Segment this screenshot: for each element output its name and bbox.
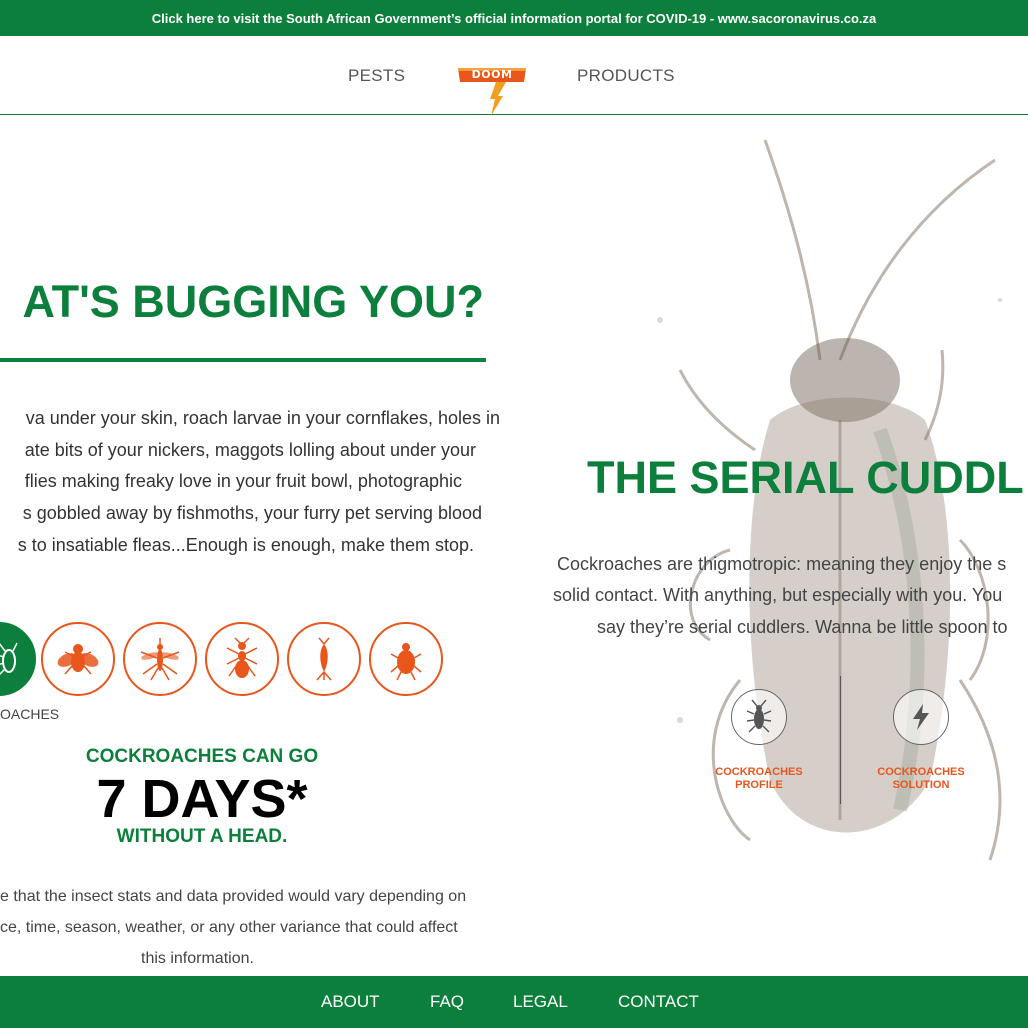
logo-text: DOOM xyxy=(471,68,513,81)
footer-legal-link[interactable]: LEGAL xyxy=(513,992,568,1012)
stat-line-1: COCKROACHES CAN GO xyxy=(85,746,319,767)
heading-underline xyxy=(0,358,486,362)
intro-paragraph: va under your skin, roach larvae in your… xyxy=(0,402,500,562)
intro-line-3: flies making freaky love in your fruit b… xyxy=(24,471,462,491)
cockroach-icon xyxy=(746,699,772,733)
page-heading-text: AT'S BUGGING YOU? xyxy=(22,276,484,327)
pest-fishmoth-button[interactable] xyxy=(287,622,361,696)
feature-title: THE SERIAL CUDDL xyxy=(587,452,1024,503)
nav-products-link[interactable]: PRODUCTS xyxy=(577,66,675,86)
cockroach-icon xyxy=(0,642,18,676)
pest-flea-button[interactable] xyxy=(369,622,443,696)
feature-line-3: say they’re serial cuddlers. Wanna be li… xyxy=(597,617,1008,637)
disclaimer-line-2: ce, time, season, weather, or any other … xyxy=(0,919,458,936)
intro-line-5: s to insatiable fleas...Enough is enough… xyxy=(17,535,474,555)
pest-mosquito-button[interactable] xyxy=(123,622,197,696)
fishmoth-icon xyxy=(316,637,332,681)
footer-about-link[interactable]: ABOUT xyxy=(321,992,380,1012)
pest-fly-button[interactable] xyxy=(41,622,115,696)
solution-label-line-1: COCKROACHES xyxy=(877,766,965,778)
pest-selector xyxy=(0,620,460,702)
intro-line-2: ate bits of your nickers, maggots lollin… xyxy=(24,440,476,460)
stat-value: 7 DAYS* xyxy=(96,769,308,829)
feature-divider xyxy=(840,676,841,804)
profile-label-line-2: PROFILE xyxy=(735,779,783,791)
disclaimer-line-1: e that the insect stats and data provide… xyxy=(0,888,467,905)
doom-logo[interactable]: DOOM xyxy=(456,66,528,116)
ant-icon xyxy=(226,637,258,678)
mosquito-icon xyxy=(140,638,180,681)
cockroach-profile-button[interactable] xyxy=(731,689,787,745)
feature-line-1: Cockroaches are thigmotropic: meaning th… xyxy=(557,554,1007,574)
stat-line-3: WITHOUT A HEAD. xyxy=(116,826,288,847)
page-heading: AT'S BUGGING YOU? xyxy=(0,276,486,332)
pest-ant-button[interactable] xyxy=(205,622,279,696)
covid-portal-banner-link[interactable]: Click here to visit the South African Go… xyxy=(0,0,1028,36)
disclaimer: e that the insect stats and data provide… xyxy=(0,884,500,970)
feature-paragraph: Cockroaches are thigmotropic: meaning th… xyxy=(548,552,1028,652)
flea-icon xyxy=(390,643,422,681)
disclaimer-line-3: this information. xyxy=(141,950,254,967)
selected-pest-label: OACHES xyxy=(0,706,60,722)
feature-line-2: solid contact. With anything, but especi… xyxy=(553,585,1003,605)
main-navigation: PESTS DOOM PRODUCTS xyxy=(0,36,1028,116)
intro-line-4: s gobbled away by fishmoths, your furry … xyxy=(22,503,482,523)
lightning-icon xyxy=(913,704,929,730)
solution-label-line-2: SOLUTION xyxy=(892,779,950,791)
footer-navigation: ABOUT FAQ LEGAL CONTACT xyxy=(0,976,1028,1028)
footer-contact-link[interactable]: CONTACT xyxy=(618,992,699,1012)
cockroach-profile-link[interactable]: COCKROACHES PROFILE xyxy=(699,766,819,792)
intro-line-1: va under your skin, roach larvae in your… xyxy=(25,408,500,428)
footer-faq-link[interactable]: FAQ xyxy=(430,992,464,1012)
pest-cockroach-button[interactable] xyxy=(0,622,36,696)
cockroach-solution-button[interactable] xyxy=(893,689,949,745)
profile-label-line-1: COCKROACHES xyxy=(715,766,803,778)
nav-pests-link[interactable]: PESTS xyxy=(348,66,405,86)
cockroach-solution-link[interactable]: COCKROACHES SOLUTION xyxy=(861,766,981,792)
fly-icon xyxy=(57,644,99,675)
